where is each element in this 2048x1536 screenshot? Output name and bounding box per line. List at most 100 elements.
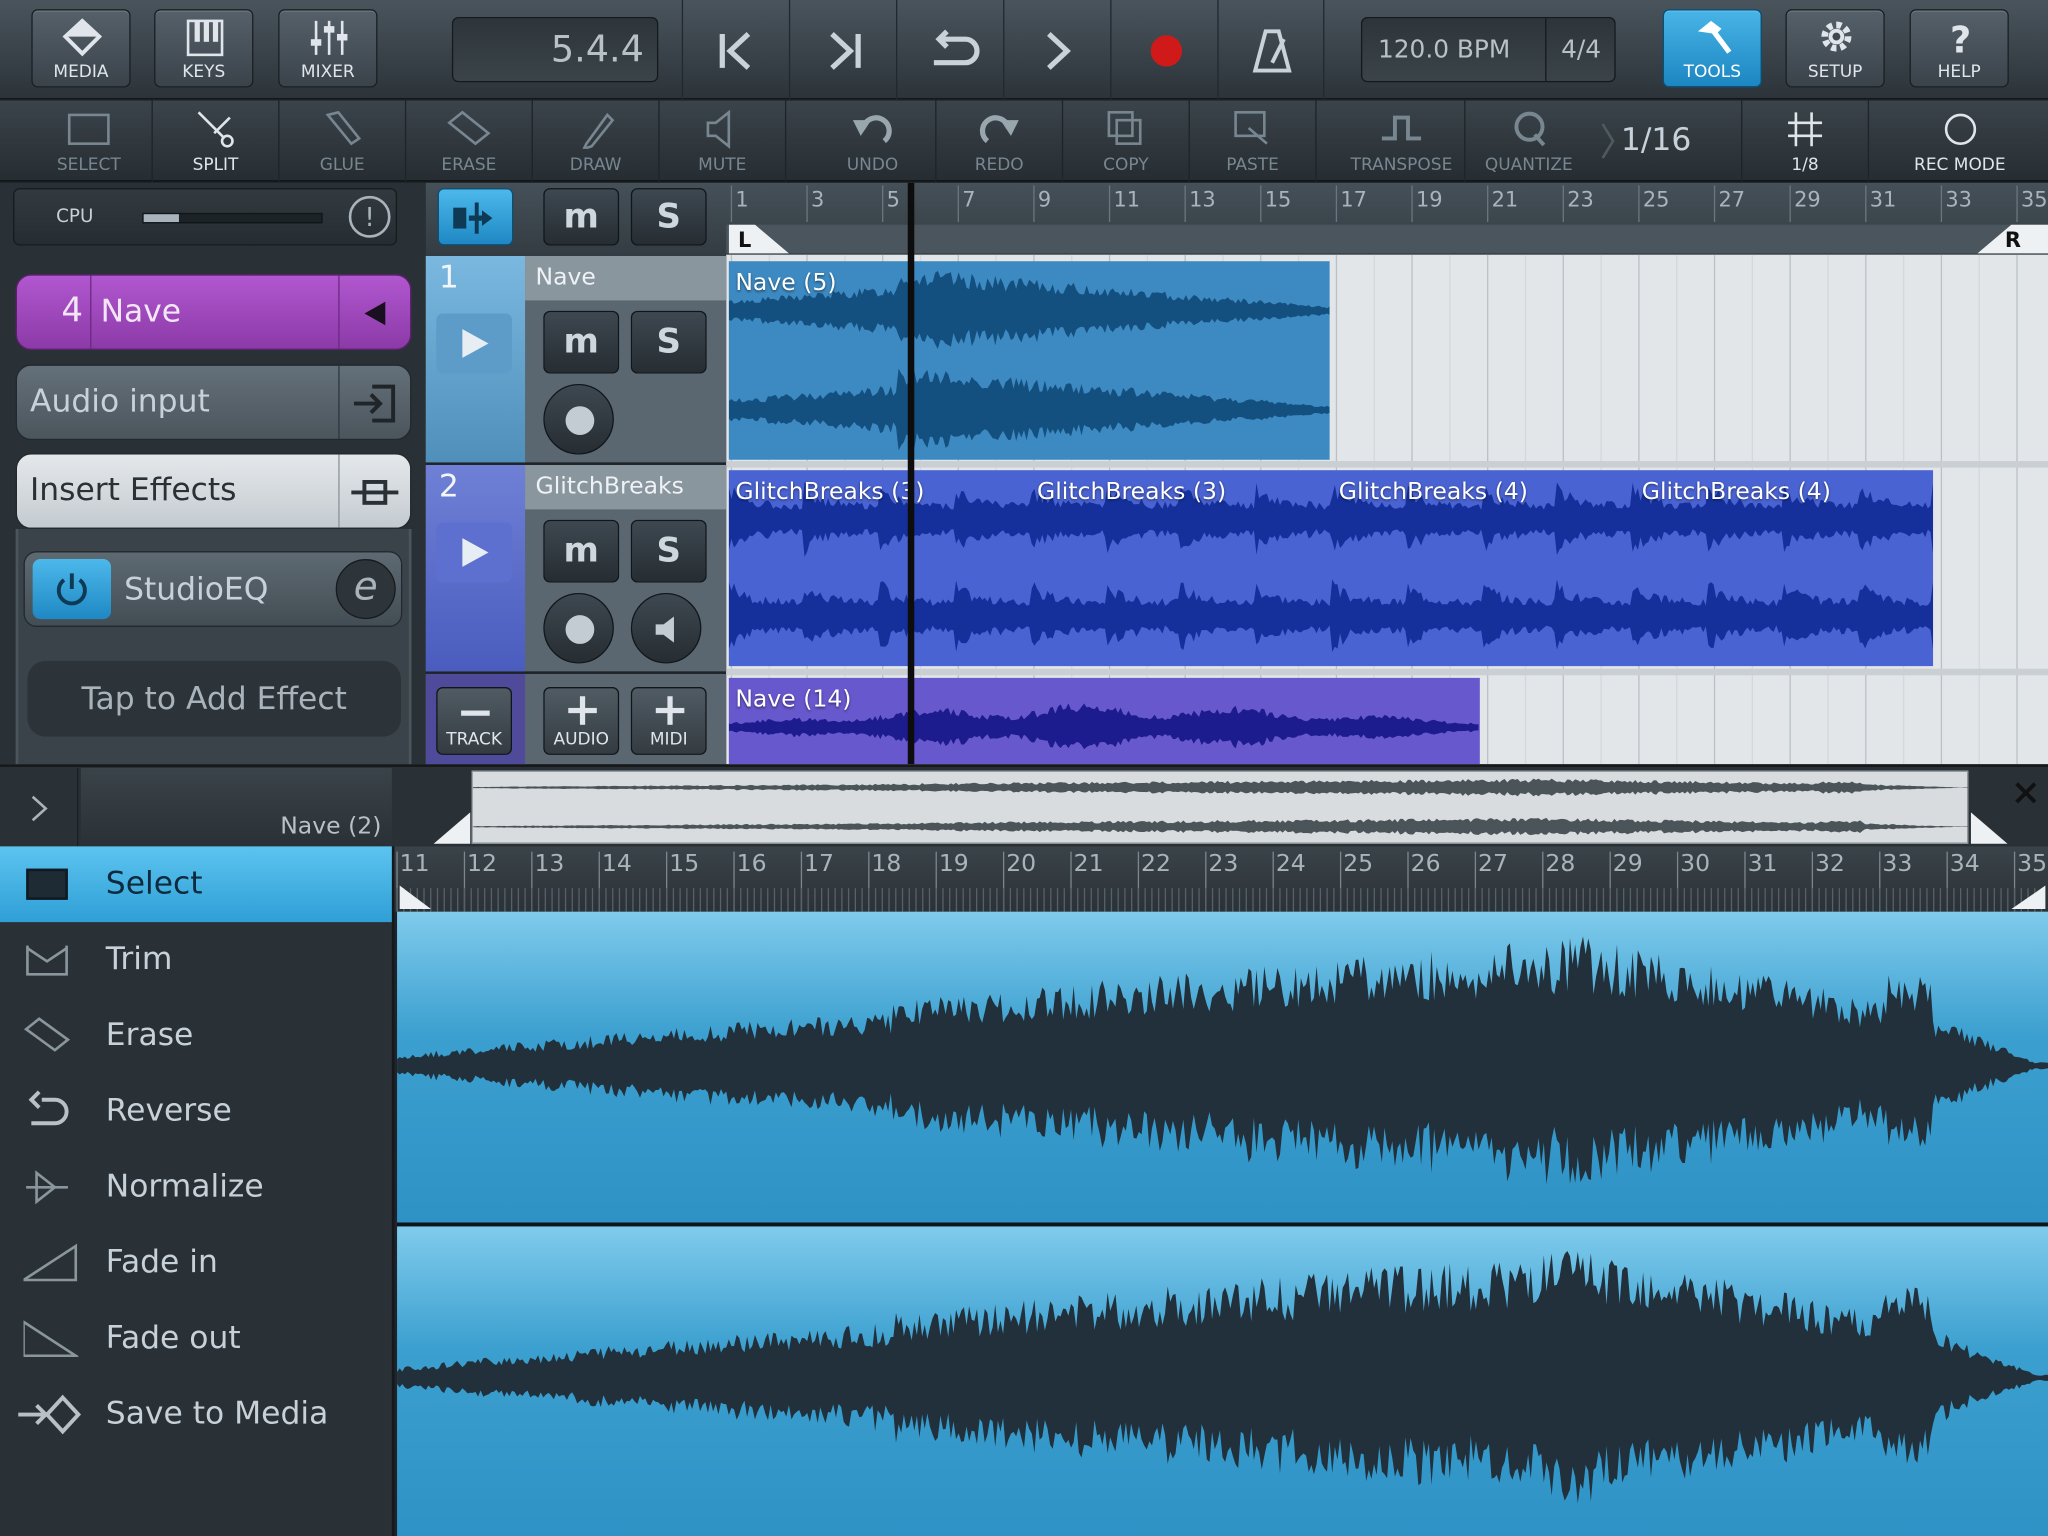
waveform-channel-left[interactable] <box>397 911 2048 1223</box>
undo-button[interactable]: UNDO <box>810 100 937 182</box>
undo-icon <box>852 115 892 144</box>
effect-slot-studioeq[interactable]: StudioEQ e <box>23 551 403 627</box>
global-solo-button[interactable]: S <box>630 188 707 246</box>
track-solo-button[interactable]: S <box>630 310 707 374</box>
tempo-display[interactable]: 120.0 BPM 4/4 <box>1360 16 1616 83</box>
mute-glyph: m <box>563 197 599 237</box>
select-tool[interactable]: SELECT <box>26 100 153 182</box>
mixer-button[interactable]: MIXER <box>278 9 378 88</box>
remove-track-button[interactable]: TRACK <box>436 687 512 755</box>
metronome-button[interactable] <box>1217 0 1325 100</box>
inspector-toggle-button[interactable] <box>437 188 514 246</box>
paste-button[interactable]: PASTE <box>1190 100 1317 182</box>
close-editor-button[interactable] <box>1998 771 2048 818</box>
menu-item-normalize[interactable]: Normalize <box>0 1149 392 1225</box>
editor-left-handle-icon[interactable] <box>397 883 434 912</box>
play-icon <box>462 329 489 358</box>
input-icon <box>353 384 396 423</box>
menu-item-select[interactable]: Select <box>0 846 392 923</box>
editor-ruler-label: 33 <box>1882 850 1913 878</box>
edit-effect-icon[interactable]: e <box>335 559 396 620</box>
ruler-label: 29 <box>1794 186 1821 212</box>
editor-ruler-label: 13 <box>534 850 565 878</box>
track-mute-button[interactable]: m <box>543 310 620 374</box>
mute-tool[interactable]: MUTE <box>660 100 787 182</box>
audio-clip[interactable]: Nave (14) <box>728 677 1480 765</box>
rewind-button[interactable] <box>681 0 789 100</box>
redo-button[interactable]: REDO <box>936 100 1064 182</box>
waveform-channel-right[interactable] <box>397 1226 2048 1536</box>
editor-ruler-label: 32 <box>1814 850 1845 878</box>
power-button[interactable] <box>32 559 112 620</box>
playhead[interactable] <box>907 182 915 765</box>
insert-effects-header[interactable]: Insert Effects <box>15 453 412 529</box>
keys-button[interactable]: KEYS <box>154 9 254 88</box>
editor-right-handle-icon[interactable] <box>2009 883 2048 912</box>
quantize-value-selector[interactable]: 1/16 <box>1592 100 1743 182</box>
loop-button[interactable] <box>895 0 1003 100</box>
menu-item-reverse[interactable]: Reverse <box>0 1074 392 1150</box>
track-monitor-button[interactable] <box>630 592 702 664</box>
rec-mode-button[interactable]: REC MODE <box>1896 101 2023 182</box>
menu-item-erase[interactable]: Erase <box>0 998 392 1074</box>
forward-button[interactable] <box>788 0 896 100</box>
copy-button[interactable]: COPY <box>1063 100 1190 182</box>
audio-clip[interactable]: Nave (5) <box>728 261 1330 460</box>
play-icon <box>1047 32 1071 70</box>
add-effect-button[interactable]: Tap to Add Effect <box>27 660 401 737</box>
track-mute-button[interactable]: m <box>543 519 620 583</box>
add-midi-track-button[interactable]: MIDI <box>630 687 707 755</box>
record-button[interactable] <box>1110 0 1217 100</box>
menu-item-label: Fade in <box>105 1243 218 1280</box>
track-header-2[interactable]: 2 GlitchBreaks m S <box>425 464 727 672</box>
position-display[interactable]: 5.4.4 <box>451 16 659 83</box>
menu-item-save-to-media[interactable]: Save to Media <box>0 1377 392 1453</box>
editor-expand-button[interactable] <box>0 767 79 847</box>
selected-track-name: Nave <box>100 292 182 330</box>
track-record-button[interactable] <box>543 383 614 455</box>
quantize-button[interactable]: QUANTIZE <box>1465 101 1592 182</box>
overview-left-handle-icon[interactable] <box>431 810 473 847</box>
ruler-label: 15 <box>1264 186 1292 212</box>
split-tool[interactable]: SPLIT <box>153 100 280 182</box>
audio-input-selector[interactable]: Audio input <box>15 364 412 441</box>
add-audio-track-button[interactable]: AUDIO <box>543 687 620 755</box>
select-tool-label: SELECT <box>56 155 121 176</box>
tools-label: TOOLS <box>1683 62 1741 83</box>
time-signature[interactable]: 4/4 <box>1545 18 1616 81</box>
midi-label: MIDI <box>649 730 688 750</box>
audio-input-label: Audio input <box>30 382 210 420</box>
transpose-button[interactable]: TRANSPOSE <box>1339 100 1466 182</box>
tools-button[interactable]: TOOLS <box>1662 9 1762 88</box>
menu-item-fade-in[interactable]: Fade in <box>0 1225 392 1301</box>
main-toolbar: MEDIA KEYS MIXER 5.4.4 120.0 BPM 4/4 TOO… <box>0 0 2048 100</box>
glue-tool[interactable]: GLUE <box>280 100 407 182</box>
global-mute-button[interactable]: m <box>543 188 620 246</box>
track-play-button[interactable] <box>436 313 512 374</box>
split-view-icon <box>453 202 493 234</box>
editor-ruler-label: 30 <box>1680 850 1711 878</box>
copy-icon <box>1107 111 1142 145</box>
redo-label: REDO <box>974 155 1024 176</box>
track-header-selected[interactable]: 4 Nave <box>15 274 412 351</box>
erase-tool[interactable]: ERASE <box>406 100 533 182</box>
ruler-label: 1 <box>735 186 749 212</box>
editor-ruler-label: 20 <box>1006 850 1037 878</box>
media-button[interactable]: MEDIA <box>31 9 131 88</box>
overview-window[interactable] <box>471 770 1970 844</box>
help-button[interactable]: ? HELP <box>1909 9 2009 88</box>
setup-button[interactable]: SETUP <box>1785 9 1885 88</box>
play-button[interactable] <box>1003 0 1110 100</box>
menu-item-fade-out[interactable]: Fade out <box>0 1301 392 1377</box>
ruler-label: 25 <box>1642 186 1670 212</box>
track-header-1[interactable]: 1 Nave m S <box>425 255 727 463</box>
track-record-button[interactable] <box>543 592 614 664</box>
menu-item-trim[interactable]: Trim <box>0 922 392 998</box>
track-solo-button[interactable]: S <box>630 519 707 583</box>
draw-tool[interactable]: DRAW <box>533 100 660 182</box>
mixer-icon <box>310 20 348 55</box>
selected-track-number: 4 <box>61 291 83 331</box>
grid-button[interactable]: 1/8 <box>1742 100 1870 182</box>
track-play-button[interactable] <box>436 522 512 583</box>
warning-icon[interactable]: ! <box>348 195 391 238</box>
